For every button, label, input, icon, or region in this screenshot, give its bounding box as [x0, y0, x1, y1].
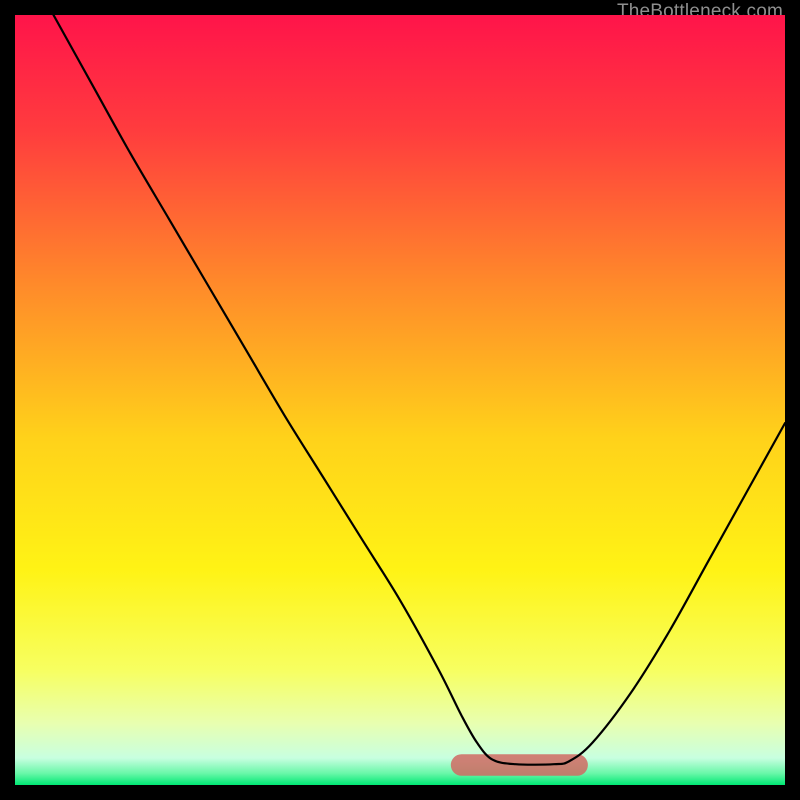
chart-frame: TheBottleneck.com	[15, 15, 785, 785]
bottleneck-chart	[15, 15, 785, 785]
gradient-background	[15, 15, 785, 785]
